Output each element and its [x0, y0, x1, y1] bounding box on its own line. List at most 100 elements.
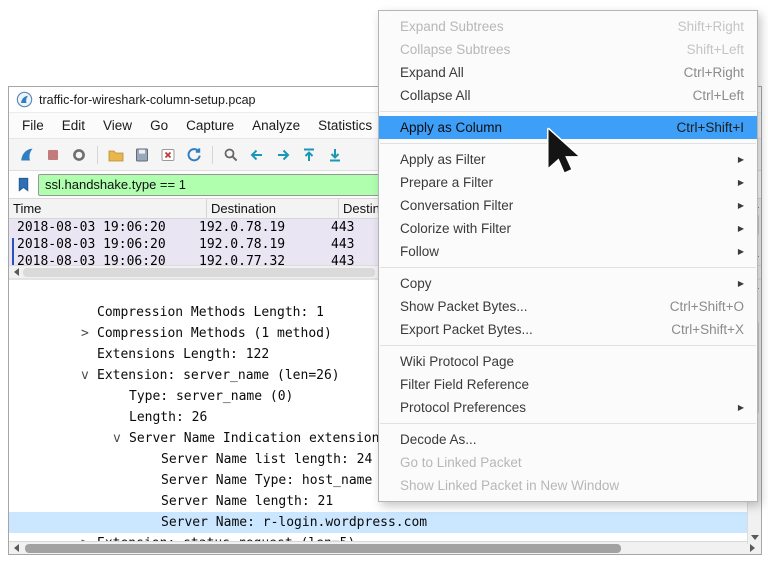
related-packet-indicator: [12, 238, 14, 265]
menu-separator: [379, 419, 757, 428]
menu-item-label: Collapse Subtrees: [400, 42, 687, 57]
menu-item-shortcut: Ctrl+Right: [684, 65, 744, 80]
menu-view[interactable]: View: [94, 114, 141, 137]
wireshark-app-icon: [16, 91, 33, 108]
filter-bookmark-icon[interactable]: [15, 176, 32, 193]
toolbar-separator: [212, 146, 213, 164]
packet-time: 2018-08-03 19:06:20: [9, 220, 199, 235]
save-capture-icon[interactable]: [130, 143, 154, 167]
menu-item-wiki-protocol-page[interactable]: Wiki Protocol Page: [379, 350, 757, 373]
menu-item-show-packet-bytes[interactable]: Show Packet Bytes...Ctrl+Shift+O: [379, 295, 757, 318]
tree-expander-icon[interactable]: >: [81, 533, 97, 541]
scrollbar-thumb[interactable]: [25, 544, 621, 553]
submenu-arrow-icon: ▶: [738, 403, 744, 412]
menu-item-label: Conversation Filter: [400, 198, 730, 213]
tree-expander-icon[interactable]: v: [81, 365, 97, 386]
detail-horizontal-scrollbar[interactable]: [9, 541, 761, 554]
tree-line-text: Compression Methods (1 method): [97, 326, 332, 341]
scroll-left-icon[interactable]: [9, 542, 23, 554]
menu-item-decode-as[interactable]: Decode As...: [379, 428, 757, 451]
menu-item-conversation-filter[interactable]: Conversation Filter ▶: [379, 194, 757, 217]
menu-item-label: Follow: [400, 244, 730, 259]
tree-line-text: Server Name Type: host_name (0): [161, 473, 404, 488]
tree-line-text: Server Name list length: 24: [161, 452, 372, 467]
find-packet-icon[interactable]: [219, 143, 243, 167]
tree-line-text: Extensions Length: 122: [97, 347, 269, 362]
tree-line-selected[interactable]: Server Name: r-login.wordpress.com: [9, 512, 761, 533]
scrollbar-thumb[interactable]: [23, 268, 375, 277]
packet-time: 2018-08-03 19:06:20: [9, 254, 199, 265]
menu-item-label: Show Linked Packet in New Window: [400, 478, 744, 493]
reload-icon[interactable]: [182, 143, 206, 167]
menu-item-label: Prepare a Filter: [400, 175, 730, 190]
menu-item-shortcut: Ctrl+Left: [693, 88, 744, 103]
window-title: traffic-for-wireshark-column-setup.pcap: [39, 93, 256, 107]
menu-item-copy[interactable]: Copy ▶: [379, 272, 757, 295]
menu-separator: [379, 263, 757, 272]
menu-separator: [379, 139, 757, 148]
tree-expander-icon[interactable]: >: [81, 323, 97, 344]
menu-item-apply-as-column[interactable]: Apply as ColumnCtrl+Shift+I: [379, 116, 757, 139]
scroll-down-icon[interactable]: [748, 531, 761, 544]
menu-item-shortcut: Ctrl+Shift+I: [676, 120, 744, 135]
menu-item-go-to-linked-packet: Go to Linked Packet: [379, 451, 757, 474]
menu-item-label: Copy: [400, 276, 730, 291]
go-back-icon[interactable]: [245, 143, 269, 167]
close-capture-icon[interactable]: [156, 143, 180, 167]
menu-separator: [379, 107, 757, 116]
menu-go[interactable]: Go: [141, 114, 177, 137]
menu-item-label: Expand All: [400, 65, 684, 80]
submenu-arrow-icon: ▶: [738, 279, 744, 288]
menu-item-label: Show Packet Bytes...: [400, 299, 670, 314]
menu-item-apply-as-filter[interactable]: Apply as Filter▶: [379, 148, 757, 171]
submenu-arrow-icon: ▶: [738, 224, 744, 233]
screenshot-root: traffic-for-wireshark-column-setup.pcap …: [0, 0, 768, 563]
menu-file[interactable]: File: [13, 114, 53, 137]
tree-expander-icon[interactable]: v: [113, 428, 129, 449]
menu-item-label: Colorize with Filter: [400, 221, 730, 236]
menu-capture[interactable]: Capture: [177, 114, 243, 137]
submenu-arrow-icon: ▶: [738, 201, 744, 210]
menu-item-shortcut: Shift+Right: [678, 19, 744, 34]
tree-line[interactable]: >Extension: status_request (len=5): [9, 533, 761, 541]
menu-item-filter-field-reference[interactable]: Filter Field Reference: [379, 373, 757, 396]
tree-line-text: Extension: server_name (len=26): [97, 368, 340, 383]
go-last-icon[interactable]: [323, 143, 347, 167]
toolbar-separator: [97, 146, 98, 164]
menu-edit[interactable]: Edit: [53, 114, 94, 137]
menu-item-expand-all[interactable]: Expand AllCtrl+Right: [379, 61, 757, 84]
menu-item-label: Go to Linked Packet: [400, 455, 744, 470]
menu-item-colorize-with-filter[interactable]: Colorize with Filter ▶: [379, 217, 757, 240]
column-header-time[interactable]: Time: [9, 199, 207, 218]
column-header-destination[interactable]: Destination: [207, 199, 339, 218]
menu-item-protocol-preferences[interactable]: Protocol Preferences ▶: [379, 396, 757, 419]
open-capture-icon[interactable]: [104, 143, 128, 167]
menu-item-export-packet-bytes[interactable]: Export Packet Bytes...Ctrl+Shift+X: [379, 318, 757, 341]
submenu-arrow-icon: ▶: [738, 178, 744, 187]
capture-options-icon[interactable]: [67, 143, 91, 167]
menu-item-label: Apply as Column: [400, 120, 676, 135]
tree-line-text: Compression Methods Length: 1: [97, 305, 324, 320]
menu-statistics[interactable]: Statistics: [309, 114, 381, 137]
menu-analyze[interactable]: Analyze: [243, 114, 309, 137]
menu-item-follow[interactable]: Follow▶: [379, 240, 757, 263]
packet-destination: 192.0.78.19: [199, 237, 331, 252]
menu-item-prepare-a-filter[interactable]: Prepare a Filter ▶: [379, 171, 757, 194]
menu-item-label: Export Packet Bytes...: [400, 322, 671, 337]
go-forward-icon[interactable]: [271, 143, 295, 167]
menu-item-label: Filter Field Reference: [400, 377, 744, 392]
menu-item-label: Protocol Preferences: [400, 400, 730, 415]
menu-item-expand-subtrees: Expand SubtreesShift+Right: [379, 15, 757, 38]
menu-item-label: Collapse All: [400, 88, 693, 103]
stop-capture-icon[interactable]: [41, 143, 65, 167]
packet-time: 2018-08-03 19:06:20: [9, 237, 199, 252]
submenu-arrow-icon: ▶: [738, 155, 744, 164]
context-menu: Expand SubtreesShift+Right Collapse Subt…: [378, 10, 758, 502]
menu-item-label: Wiki Protocol Page: [400, 354, 744, 369]
menu-item-show-linked-packet-in-new-window: Show Linked Packet in New Window: [379, 474, 757, 497]
go-first-icon[interactable]: [297, 143, 321, 167]
menu-item-label: Expand Subtrees: [400, 19, 678, 34]
scroll-left-icon[interactable]: [9, 266, 23, 278]
menu-item-collapse-all[interactable]: Collapse AllCtrl+Left: [379, 84, 757, 107]
wireshark-fin-icon[interactable]: [15, 143, 39, 167]
